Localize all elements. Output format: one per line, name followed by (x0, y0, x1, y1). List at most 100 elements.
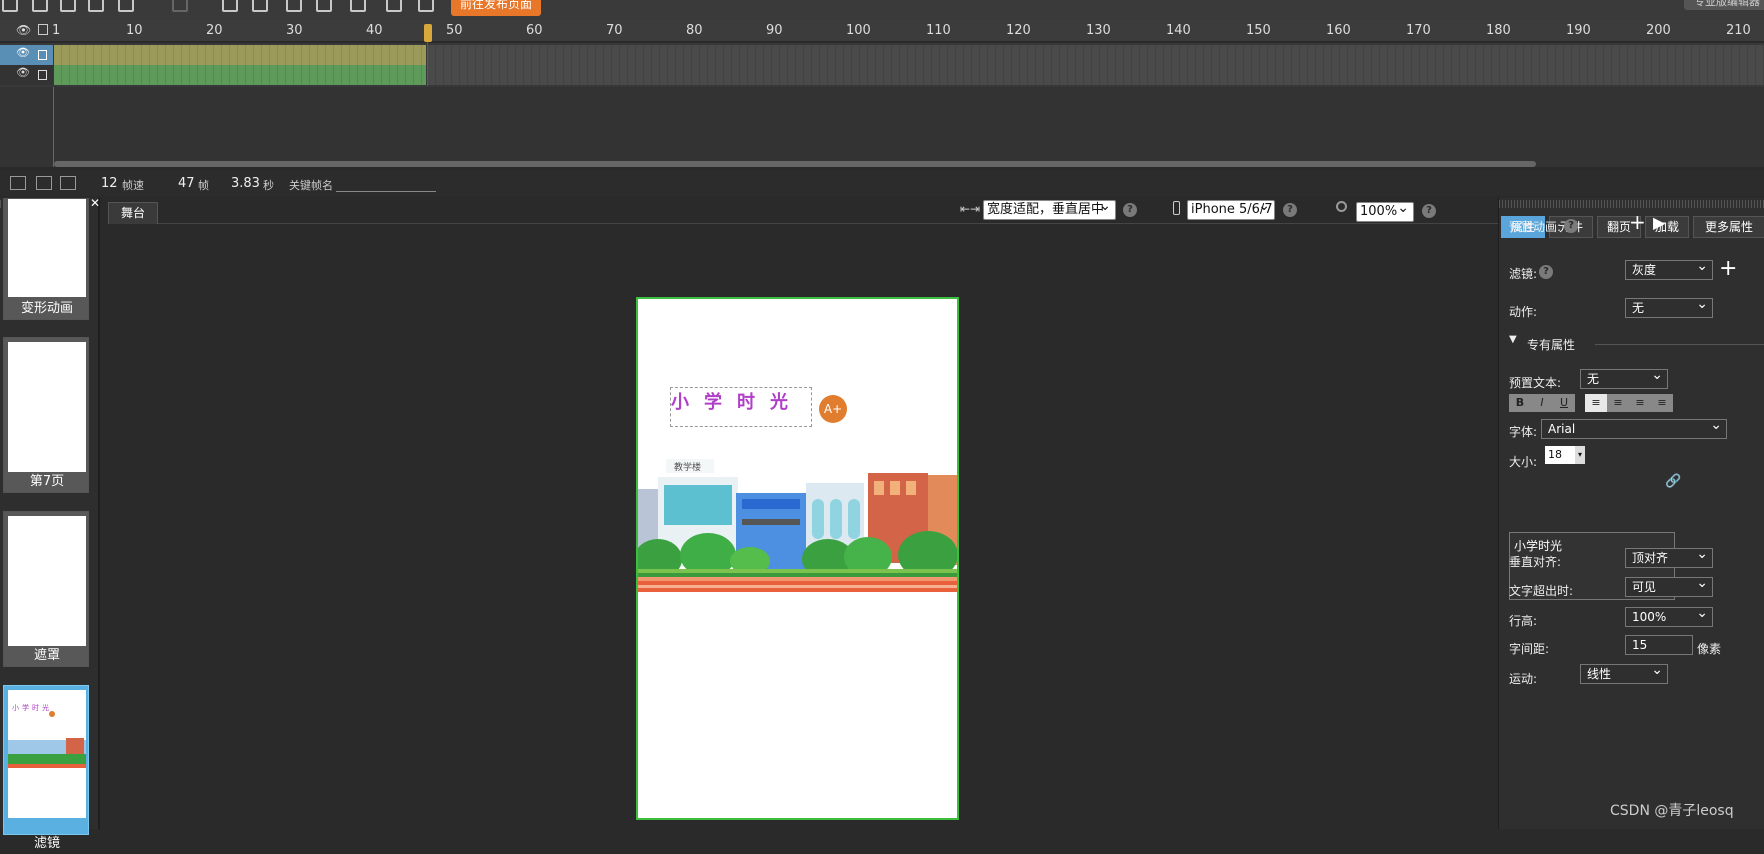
help-icon[interactable]: ? (1123, 203, 1137, 217)
page-thumb-active[interactable]: 小学时光 滤镜 (3, 685, 89, 851)
triangle-down-icon[interactable]: ▼ (1509, 334, 1517, 345)
action-select[interactable]: 无 (1625, 295, 1713, 318)
export-icon[interactable] (418, 0, 434, 12)
page-canvas (8, 516, 86, 646)
layer-row[interactable]: 👁 (0, 65, 1764, 85)
page-label: 第7页 (29, 474, 65, 489)
add-icon[interactable]: + (1629, 210, 1646, 234)
section-divider (1595, 344, 1764, 345)
tab-more-properties[interactable]: 更多属性 (1693, 216, 1764, 238)
scissors-icon[interactable] (2, 0, 18, 12)
device-select[interactable]: iPhone 5/6/7 (1187, 197, 1275, 220)
preview-icon[interactable] (316, 0, 332, 12)
timeline-ruler[interactable]: 👁 1 10 20 30 40 50 60 70 80 90 100 110 1… (0, 20, 1764, 42)
add-text-icon[interactable]: A+ (819, 395, 847, 423)
paste-icon[interactable] (60, 0, 76, 12)
vertical-align-select[interactable]: 顶对齐 (1625, 545, 1713, 568)
layer-frames[interactable] (54, 45, 426, 65)
ruler-tick: 190 (1566, 23, 1591, 38)
keyframe-name-input[interactable] (336, 178, 436, 192)
pro-editor-button[interactable]: 专业版编辑器 (1684, 0, 1764, 10)
help-icon[interactable]: ? (1564, 219, 1578, 233)
size-input[interactable]: 18 (1545, 446, 1575, 464)
special-properties-section[interactable]: 专有属性 (1527, 336, 1575, 353)
school-illustration[interactable]: 教学楼 (638, 459, 959, 599)
onion-skin-icon[interactable] (10, 176, 26, 190)
text-element-selected[interactable]: 小学时光 (670, 387, 812, 427)
zoom-select[interactable]: 100% (1356, 199, 1414, 222)
motion-label: 运动: (1509, 672, 1538, 686)
align-right-button[interactable]: ≡ (1629, 394, 1651, 412)
line-height-select[interactable]: 100% (1625, 604, 1713, 627)
preset-text-select[interactable]: 无 (1580, 366, 1668, 389)
align-justify-button[interactable]: ≡ (1651, 394, 1673, 412)
phone-frame[interactable]: 小学时光 A+ 教学楼 (636, 297, 959, 820)
font-select[interactable]: Arial (1541, 416, 1727, 439)
motion-select[interactable]: 线性 (1580, 661, 1668, 684)
eye-icon[interactable]: 👁 (16, 46, 30, 59)
lock-icon[interactable] (38, 50, 47, 60)
eye-icon[interactable]: 👁 (16, 66, 30, 79)
js-icon[interactable] (386, 0, 402, 12)
ruler-tick: 180 (1486, 23, 1511, 38)
play-icon[interactable] (222, 0, 238, 12)
link-icon[interactable]: 🔗 (1665, 474, 1681, 489)
add-filter-icon[interactable]: + (1719, 256, 1737, 281)
overflow-select[interactable]: 可见 (1625, 574, 1713, 597)
letter-spacing-input[interactable]: 15 (1625, 635, 1693, 655)
phone-icon (1173, 201, 1180, 215)
edit-frames-icon[interactable] (60, 176, 76, 190)
timeline-scrollbar[interactable] (54, 161, 1536, 167)
copy-icon[interactable] (32, 0, 48, 12)
ruler-tick: 150 (1246, 23, 1271, 38)
delete-icon[interactable] (88, 0, 104, 12)
underline-button[interactable]: U (1553, 394, 1575, 412)
layer-controls[interactable]: 👁 (0, 45, 53, 65)
filter-select[interactable]: 灰度 (1625, 257, 1713, 280)
layer-frames[interactable] (54, 65, 426, 85)
bold-button[interactable]: B (1509, 394, 1531, 412)
eye-icon[interactable]: 👁 (16, 23, 31, 37)
page-thumb[interactable]: 遮罩 (3, 511, 89, 667)
help-icon[interactable]: ? (1283, 203, 1297, 217)
letter-spacing-unit: 像素 (1697, 642, 1722, 656)
italic-button[interactable]: I (1531, 394, 1553, 412)
qrcode-icon[interactable] (350, 0, 366, 12)
layer-row[interactable]: 👁 (0, 45, 1764, 65)
page-thumb[interactable]: 变形动画 (3, 198, 89, 320)
ruler-tick: 60 (526, 23, 543, 38)
size-stepper[interactable]: ▾ (1575, 446, 1585, 464)
publish-button[interactable]: 前往发布页面 (451, 0, 541, 16)
fps-value[interactable]: 12 (101, 176, 118, 191)
playhead[interactable] (424, 24, 432, 86)
help-icon[interactable]: ? (1539, 265, 1553, 279)
play-icon[interactable]: ▶ (1653, 213, 1665, 232)
ruler-tick: 20 (206, 23, 223, 38)
close-icon[interactable]: ✕ (90, 196, 100, 210)
playhead-handle[interactable] (424, 24, 432, 42)
undo-icon[interactable] (118, 0, 134, 12)
tab-stage[interactable]: 舞台 (108, 202, 158, 224)
lock-icon[interactable] (38, 70, 47, 80)
stage-canvas[interactable]: 小学时光 A+ 教学楼 (108, 225, 1498, 829)
tab-loading[interactable]: 加载 (1645, 216, 1689, 238)
empty-frames[interactable] (428, 45, 1764, 65)
fit-mode-select[interactable]: 宽度适配，垂直居中 (983, 197, 1116, 220)
help-icon[interactable]: ? (1422, 204, 1436, 218)
time-unit: 秒 (263, 179, 274, 192)
onion-range-icon[interactable] (36, 176, 52, 190)
fit-width-icon: ⇤⇥ (960, 202, 981, 216)
layer-controls[interactable]: 👁 (0, 65, 53, 85)
lock-icon[interactable] (38, 24, 48, 35)
pause-icon[interactable] (252, 0, 268, 12)
stop-icon[interactable] (286, 0, 302, 12)
title-text[interactable]: 小学时光 (671, 388, 803, 414)
page-label: 变形动画 (20, 301, 73, 316)
page-thumb[interactable]: 第7页 (3, 337, 89, 493)
redo-icon[interactable] (172, 0, 188, 12)
align-center-button[interactable]: ≡ (1607, 394, 1629, 412)
ruler-tick: 140 (1166, 23, 1191, 38)
empty-frames[interactable] (428, 65, 1764, 85)
panel-grip[interactable] (1499, 200, 1764, 208)
align-left-button[interactable]: ≡ (1585, 394, 1607, 412)
